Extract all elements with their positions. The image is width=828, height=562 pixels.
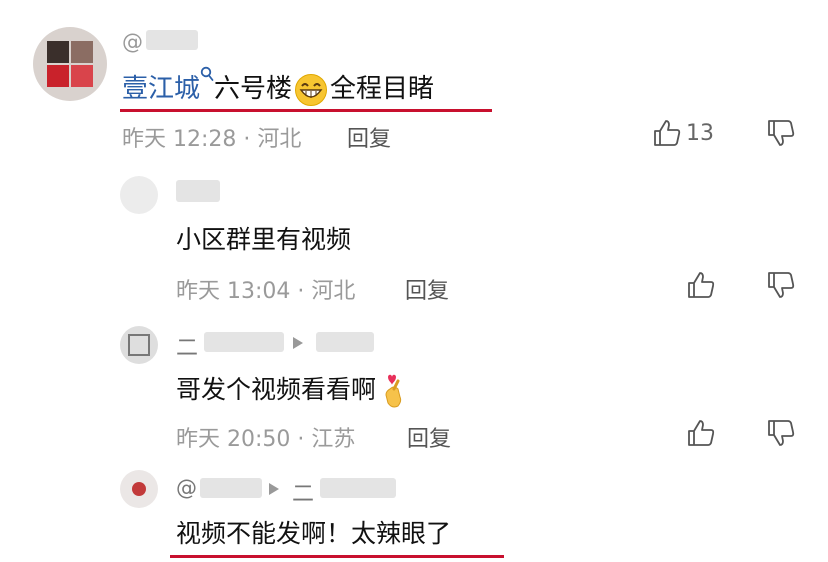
comment-text-part: 六号楼	[214, 74, 293, 104]
comment-text-tail: 全程目睹	[330, 74, 435, 104]
mention-handle: @	[122, 30, 143, 54]
avatar[interactable]	[120, 470, 158, 508]
comment-time-location: 昨天 12:28 · 河北	[122, 127, 302, 152]
reply-target-prefix: 二	[292, 482, 315, 507]
thumbs-down-icon[interactable]	[766, 270, 796, 300]
avatar[interactable]	[120, 326, 158, 364]
grin-emoji-icon	[294, 73, 328, 107]
avatar[interactable]	[120, 176, 158, 214]
reply-comment: 二 哥发个视频看看啊 昨天 20:50 · 江苏 回复	[0, 310, 828, 460]
username-blurred	[146, 30, 198, 50]
highlight-underline	[170, 555, 504, 558]
username-blurred	[204, 332, 284, 352]
finger-heart-emoji-icon	[380, 373, 410, 409]
avatar[interactable]	[33, 27, 107, 101]
highlight-underline	[120, 109, 492, 112]
comment-main: @ 壹江城 六号楼 全程目睹 昨天 12:28 · 河北 回复 13	[0, 0, 828, 160]
comment-time-location: 昨天 13:04 · 河北	[176, 279, 356, 304]
reply-arrow-icon	[268, 482, 280, 496]
like-count: 13	[686, 121, 714, 146]
comment-text-line: 哥发个视频看看啊	[176, 370, 410, 409]
username-blurred	[200, 478, 262, 498]
search-icon[interactable]	[200, 66, 214, 82]
reply-button[interactable]: 回复	[407, 421, 451, 453]
comment-text: 壹江城 六号楼 全程目睹	[122, 66, 435, 107]
comment-text: 哥发个视频看看啊	[176, 375, 377, 404]
thumbs-up-icon[interactable]	[686, 418, 716, 448]
username-prefix: 二	[176, 336, 199, 361]
comment-text: 视频不能发啊！太辣眼了	[176, 519, 452, 548]
reply-comment: @ 二 视频不能发啊！太辣眼了	[0, 460, 828, 562]
reply-button[interactable]: 回复	[405, 273, 449, 305]
reply-target-blurred	[316, 332, 374, 352]
topic-link[interactable]: 壹江城	[122, 74, 200, 104]
reply-comment: 小区群里有视频 昨天 13:04 · 河北 回复	[0, 160, 828, 310]
comment-time-location: 昨天 20:50 · 江苏	[176, 427, 356, 452]
username-blurred	[176, 180, 220, 202]
reply-button[interactable]: 回复	[347, 121, 391, 153]
thumbs-up-icon[interactable]	[686, 270, 716, 300]
mention-handle: @	[176, 476, 197, 500]
reply-target-blurred	[320, 478, 396, 498]
reply-arrow-icon	[292, 336, 304, 350]
thumbs-down-icon[interactable]	[766, 418, 796, 448]
thumbs-up-icon[interactable]	[652, 118, 682, 148]
comment-text: 小区群里有视频	[176, 225, 352, 254]
thumbs-down-icon[interactable]	[766, 118, 796, 148]
